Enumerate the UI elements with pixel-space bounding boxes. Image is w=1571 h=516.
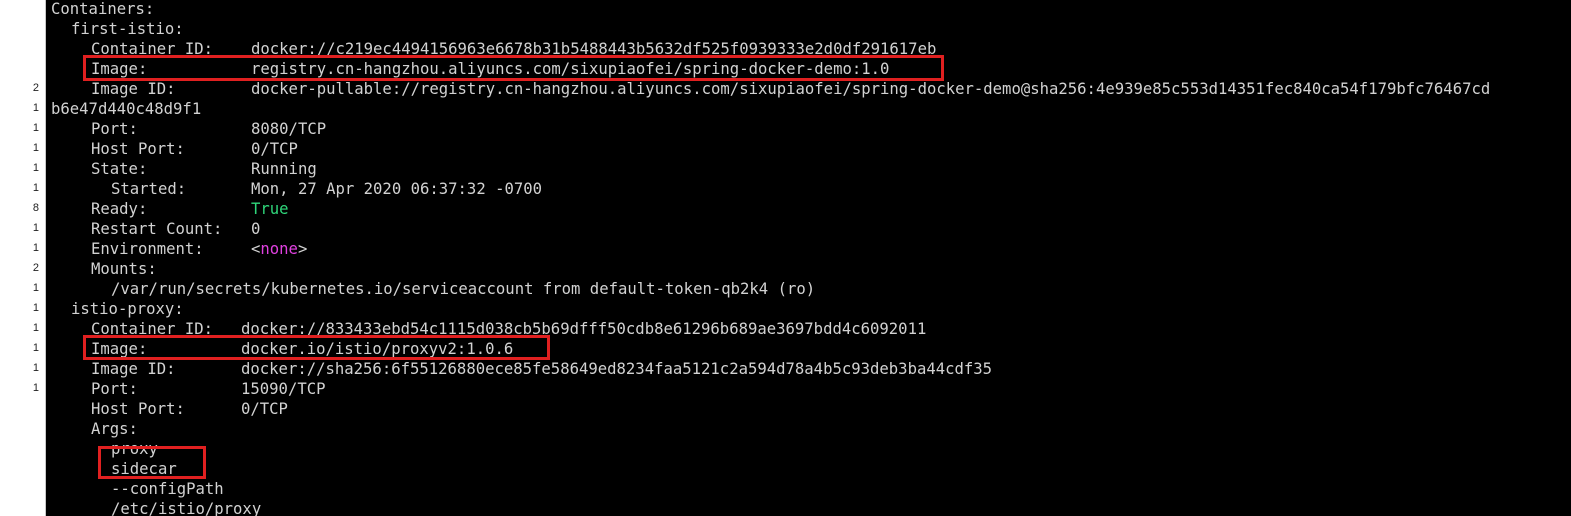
proxy-arg: /etc/istio/proxy: [111, 500, 262, 516]
gutter-number: 1: [32, 342, 39, 354]
editor-gutter: 2 1 1 1 1 1 8 1 1 2 1 1 1 1 1 1: [0, 0, 46, 516]
gutter-number: 8: [32, 202, 39, 214]
proxy-image-row: Image: docker.io/istio/proxyv2:1.0.6: [91, 340, 514, 358]
gutter-number: 1: [32, 282, 39, 294]
first-mount-entry: /var/run/secrets/kubernetes.io/serviceac…: [111, 280, 816, 298]
proxy-image-id-row: Image ID: docker://sha256:6f55126880ece8…: [91, 360, 993, 378]
first-container-id-row: Container ID: docker://c219ec4494156963e…: [91, 40, 937, 58]
container-name-first-istio: first-istio:: [71, 20, 184, 38]
ready-value: True: [251, 200, 289, 218]
proxy-arg: --configPath: [111, 480, 224, 498]
first-image-row: Image: registry.cn-hangzhou.aliyuncs.com…: [91, 60, 890, 78]
first-host-port-row: Host Port: 0/TCP: [91, 140, 298, 158]
gutter-number: 1: [32, 322, 39, 334]
first-mounts-row: Mounts:: [91, 260, 157, 278]
environment-none-value: none: [260, 240, 298, 258]
gutter-number: 1: [32, 122, 39, 134]
container-name-istio-proxy: istio-proxy:: [71, 300, 184, 318]
containers-heading: Containers:: [51, 0, 155, 18]
gutter-number: 1: [32, 142, 39, 154]
gutter-number: 1: [32, 182, 39, 194]
gutter-number: 2: [32, 262, 39, 274]
first-restart-count-row: Restart Count: 0: [91, 220, 261, 238]
first-image-id-continuation: b6e47d440c48d9f1: [51, 100, 202, 118]
proxy-arg: proxy: [111, 440, 158, 458]
gutter-number: 1: [32, 362, 39, 374]
first-environment-row: Environment: <none>: [91, 240, 308, 258]
gutter-number: 2: [32, 82, 39, 94]
highlight-box-proxy-image: [83, 335, 550, 360]
proxy-host-port-row: Host Port: 0/TCP: [91, 400, 288, 418]
gutter-number: 1: [32, 102, 39, 114]
gutter-number: 1: [32, 222, 39, 234]
proxy-container-id-row: Container ID: docker://833433ebd54c1115d…: [91, 320, 927, 338]
first-ready-row: Ready: True: [91, 200, 289, 218]
proxy-port-row: Port: 15090/TCP: [91, 380, 326, 398]
first-port-row: Port: 8080/TCP: [91, 120, 327, 138]
gutter-number: 1: [32, 302, 39, 314]
highlight-box-sidecar-arg: [98, 446, 206, 479]
first-image-id-row: Image ID: docker-pullable://registry.cn-…: [91, 80, 1491, 98]
gutter-number: 1: [32, 162, 39, 174]
highlight-box-first-image: [83, 55, 944, 81]
proxy-arg: sidecar: [111, 460, 177, 478]
first-started-row: Started: Mon, 27 Apr 2020 06:37:32 -0700: [111, 180, 543, 198]
first-state-row: State: Running: [91, 160, 317, 178]
gutter-number: 1: [32, 382, 39, 394]
proxy-args-row: Args:: [91, 420, 138, 438]
gutter-number: 1: [32, 242, 39, 254]
terminal-output[interactable]: Containers: first-istio: Container ID: d…: [46, 0, 1571, 516]
